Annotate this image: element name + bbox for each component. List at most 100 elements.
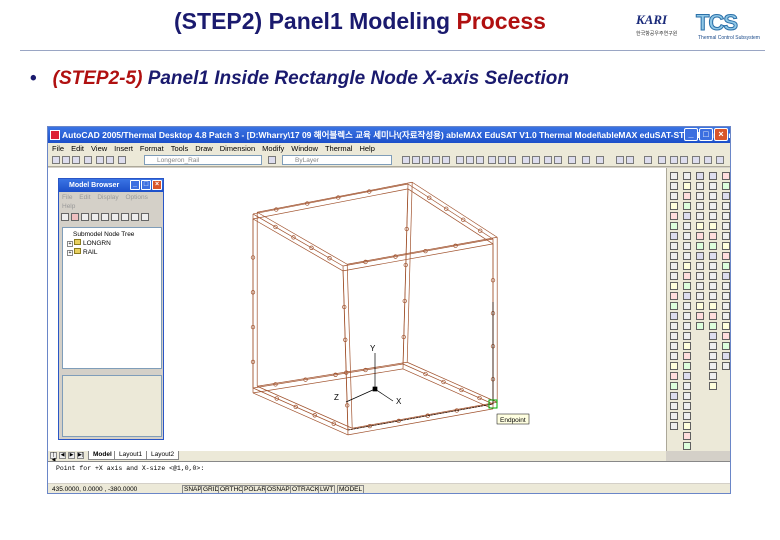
tool-icon[interactable] <box>709 342 717 350</box>
frame-edge[interactable] <box>252 363 404 389</box>
menu-help[interactable]: Help <box>359 143 374 154</box>
tool-icon[interactable] <box>670 372 678 380</box>
undo-icon[interactable] <box>96 156 104 164</box>
tool-icon[interactable] <box>722 272 730 280</box>
tool-icon[interactable] <box>683 182 691 190</box>
menu-tools[interactable]: Tools <box>171 143 189 154</box>
tool-icon[interactable] <box>696 282 704 290</box>
tool-icon[interactable] <box>670 342 678 350</box>
mb-close-button[interactable]: × <box>152 180 162 190</box>
command-window[interactable]: Point for +X axis and X-size <@1,0,0>: <box>48 461 730 483</box>
tool-icon[interactable] <box>722 342 730 350</box>
frame-edge[interactable] <box>402 188 409 369</box>
expand-icon[interactable]: + <box>67 241 73 247</box>
plot-icon[interactable] <box>84 156 92 164</box>
tool-icon[interactable] <box>722 202 730 210</box>
tool-icon[interactable] <box>722 352 730 360</box>
tool-icon[interactable] <box>683 302 691 310</box>
tab-first-button[interactable]: |◀ <box>50 452 57 463</box>
tool-icon[interactable] <box>670 212 678 220</box>
tool-icon[interactable] <box>709 232 717 240</box>
frame-edge[interactable] <box>342 243 494 272</box>
properties-icon[interactable] <box>442 156 450 164</box>
menu-insert[interactable]: Insert <box>114 143 133 154</box>
mb-menu-file[interactable]: File <box>62 194 72 201</box>
tool-icon[interactable] <box>696 182 704 190</box>
hide-icon[interactable] <box>532 156 540 164</box>
frame-edge[interactable] <box>407 183 494 240</box>
view-iso-icon[interactable] <box>508 156 516 164</box>
tool-icon[interactable] <box>696 202 704 210</box>
mb-menu-options[interactable]: Options <box>125 194 147 201</box>
tool-icon[interactable] <box>670 272 678 280</box>
tool-icon[interactable] <box>670 322 678 330</box>
tool-icon[interactable] <box>722 282 730 290</box>
tab-prev-button[interactable]: ◀ <box>59 452 66 459</box>
render-icon[interactable] <box>658 156 666 164</box>
tool-icon[interactable] <box>722 362 730 370</box>
tool-icon[interactable] <box>683 392 691 400</box>
tool-icon[interactable] <box>670 182 678 190</box>
frame-edge[interactable] <box>252 218 344 272</box>
tool-icon[interactable] <box>722 312 730 320</box>
tool-icon[interactable] <box>696 232 704 240</box>
layer-combo[interactable]: Longeron_Rail <box>144 155 262 165</box>
zoom-previous-icon[interactable] <box>432 156 440 164</box>
tool-icon[interactable] <box>670 262 678 270</box>
torus-icon[interactable] <box>716 156 724 164</box>
mb-edit-icon[interactable] <box>91 213 99 221</box>
tool-icon[interactable] <box>696 192 704 200</box>
menu-draw[interactable]: Draw <box>195 143 213 154</box>
frame-edge[interactable] <box>407 361 498 403</box>
tab-next-button[interactable]: ▶ <box>68 452 75 459</box>
ucs-icon[interactable] <box>554 156 562 164</box>
frame-edge[interactable] <box>347 236 498 265</box>
tool-icon[interactable] <box>683 212 691 220</box>
tool-icon[interactable] <box>696 292 704 300</box>
mb-refresh-icon[interactable] <box>71 213 79 221</box>
frame-edge[interactable] <box>252 183 409 215</box>
tool-icon[interactable] <box>709 202 717 210</box>
make-current-icon[interactable] <box>268 156 276 164</box>
tool-icon[interactable] <box>683 202 691 210</box>
tool-icon[interactable] <box>670 172 678 180</box>
dist-icon[interactable] <box>568 156 576 164</box>
frame-edge[interactable] <box>252 368 404 394</box>
tool-icon[interactable] <box>670 382 678 390</box>
tool-icon[interactable] <box>683 252 691 260</box>
tool-icon[interactable] <box>709 282 717 290</box>
tool-icon[interactable] <box>670 362 678 370</box>
tool-icon[interactable] <box>683 272 691 280</box>
shade-icon[interactable] <box>522 156 530 164</box>
tool-icon[interactable] <box>696 172 704 180</box>
tool-icon[interactable] <box>709 332 717 340</box>
tool-icon[interactable] <box>670 392 678 400</box>
menu-edit[interactable]: Edit <box>71 143 84 154</box>
frame-edge[interactable] <box>342 270 349 435</box>
tool-icon[interactable] <box>722 242 730 250</box>
tool-icon[interactable] <box>670 222 678 230</box>
tool-icon[interactable] <box>696 252 704 260</box>
tool-icon[interactable] <box>670 252 678 260</box>
menu-dimension[interactable]: Dimension <box>220 143 255 154</box>
tab-layout2[interactable]: Layout2 <box>146 451 180 460</box>
tree-item[interactable]: + LONGRN <box>65 239 159 248</box>
tool-icon[interactable] <box>670 192 678 200</box>
tool-icon[interactable] <box>709 372 717 380</box>
orbit-icon[interactable] <box>544 156 552 164</box>
pan-icon[interactable] <box>402 156 410 164</box>
tool-icon[interactable] <box>683 172 691 180</box>
tool-icon[interactable] <box>709 172 717 180</box>
tool-icon[interactable] <box>722 212 730 220</box>
model-toggle[interactable]: MODEL <box>337 485 365 493</box>
menu-window[interactable]: Window <box>291 143 318 154</box>
model-browser-titlebar[interactable]: Model Browser _ □ × <box>59 179 163 192</box>
tool-icon[interactable] <box>696 272 704 280</box>
frame-edge[interactable] <box>407 188 494 245</box>
tool-icon[interactable] <box>670 232 678 240</box>
tool-icon[interactable] <box>683 232 691 240</box>
frame-edge[interactable] <box>257 361 408 387</box>
tool-icon[interactable] <box>670 292 678 300</box>
tool-icon[interactable] <box>709 252 717 260</box>
redo-icon[interactable] <box>106 156 114 164</box>
